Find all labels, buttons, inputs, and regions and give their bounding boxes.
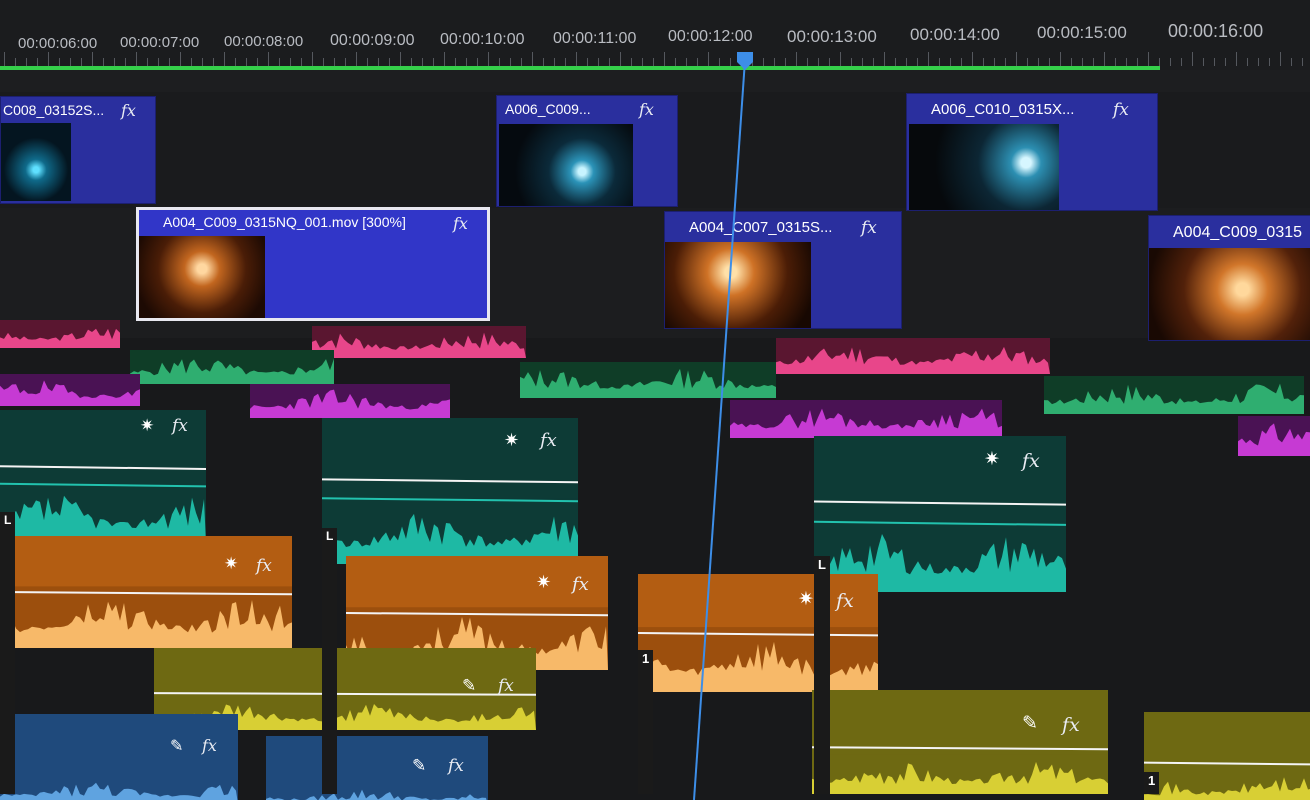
audio-clip[interactable] [776,338,1050,374]
audio-clip[interactable] [812,754,1108,794]
pen-keyframe-icon[interactable]: ✎ [462,676,476,696]
channel-label: 1 [638,650,654,794]
audio-clip[interactable] [0,586,292,648]
audio-clip[interactable] [0,777,238,800]
keyframe-star-icon[interactable]: ✷ [224,554,238,574]
pen-keyframe-icon[interactable]: ✎ [170,736,183,756]
channel-label: L [0,512,16,794]
channel-label: L [322,528,338,794]
channel-label: 1 [1144,772,1160,794]
fx-icon[interactable]: fx [540,430,557,451]
audio-clip[interactable] [520,362,776,398]
keyframe-star-icon[interactable]: ✷ [536,572,551,593]
audio-clip[interactable] [0,483,206,544]
timeline-panel: 00:00:06:00 00:00:07:00 00:00:08:00 00:0… [0,0,1310,800]
fx-icon[interactable]: fx [1062,714,1080,736]
audio-clip[interactable] [0,320,120,348]
fx-icon[interactable]: fx [448,756,464,776]
audio-clip[interactable] [1144,769,1310,800]
fx-icon[interactable]: fx [572,574,589,595]
audio-clip[interactable] [0,374,140,406]
fx-icon[interactable]: fx [172,416,188,436]
audio-clip[interactable] [1238,416,1310,456]
fx-icon[interactable]: fx [256,556,272,576]
fx-icon[interactable]: fx [498,676,514,696]
channel-label: L [814,556,830,794]
fx-icon[interactable]: fx [836,590,854,612]
audio-clip[interactable] [312,326,526,358]
fx-icon[interactable]: fx [202,736,217,755]
audio-clip[interactable] [1044,376,1304,414]
audio-clip[interactable] [322,498,578,564]
audio-clip[interactable] [638,627,878,692]
keyframe-star-icon[interactable]: ✷ [504,430,519,451]
pen-keyframe-icon[interactable]: ✎ [412,756,426,776]
audio-clip[interactable] [250,384,450,418]
audio-tracks [0,320,1310,800]
pen-keyframe-icon[interactable]: ✎ [1022,712,1038,735]
audio-clip[interactable] [730,400,1002,438]
keyframe-star-icon[interactable]: ✷ [984,448,1000,471]
fx-icon[interactable]: fx [1022,450,1040,472]
keyframe-star-icon[interactable]: ✷ [798,588,814,611]
audio-clip[interactable] [266,785,488,800]
audio-clip[interactable] [130,350,334,384]
keyframe-star-icon[interactable]: ✷ [140,416,154,436]
